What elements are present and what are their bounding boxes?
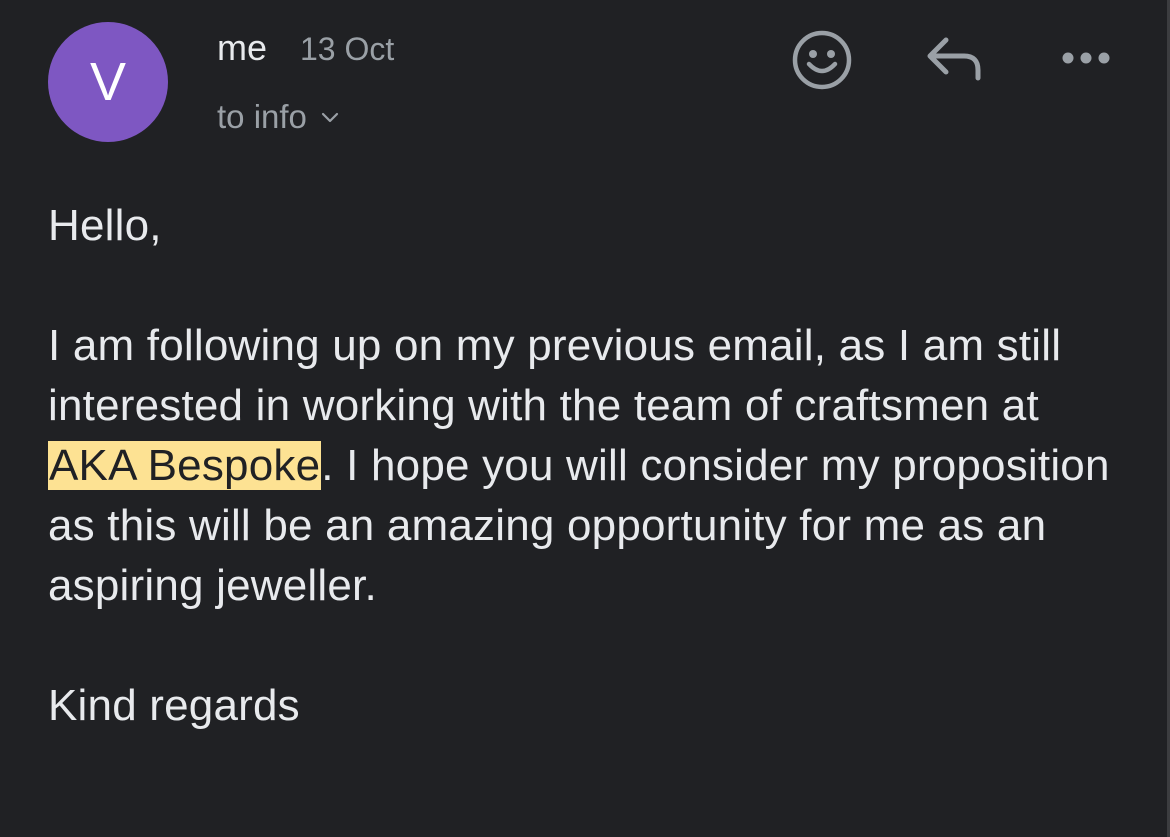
recipient-details-toggle[interactable]: to info (217, 98, 341, 136)
message-paragraph: I am following up on my previous email, … (48, 316, 1128, 616)
more-options-icon (1062, 52, 1110, 64)
reply-icon (927, 37, 981, 81)
emoji-reaction-button[interactable] (790, 28, 854, 92)
more-options-button[interactable] (1058, 40, 1114, 76)
recipient-label: to info (217, 98, 307, 135)
highlighted-search-term[interactable]: AKA Bespoke (48, 441, 322, 490)
reply-button[interactable] (924, 34, 986, 84)
email-message-view: V me 13 Oct to info Hello, I am followin… (0, 0, 1170, 837)
avatar-letter: V (89, 52, 127, 112)
sender-name[interactable]: me (217, 28, 267, 68)
emoji-reaction-icon (792, 30, 852, 90)
paragraph-text-before: I am following up on my previous email, … (48, 321, 1062, 430)
message-body: Hello, I am following up on my previous … (48, 196, 1128, 736)
avatar[interactable]: V (48, 22, 168, 142)
sign-off: Kind regards (48, 681, 300, 730)
chevron-down-icon (321, 112, 339, 123)
message-date: 13 Oct (300, 31, 395, 67)
greeting: Hello, (48, 201, 162, 250)
